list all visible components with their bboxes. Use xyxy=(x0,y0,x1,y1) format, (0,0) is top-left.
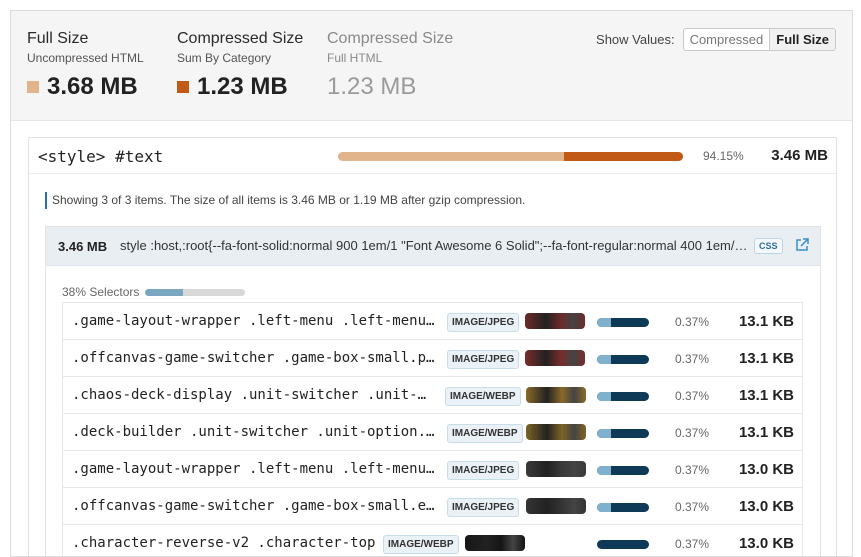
items-info-note: Showing 3 of 3 items. The size of all it… xyxy=(45,192,525,209)
selectors-label: 38% Selectors xyxy=(62,285,140,299)
row-size-bar xyxy=(597,540,649,549)
row-percent: 0.37% xyxy=(675,537,710,551)
selector-text: .game-layout-wrapper .left-menu .left-me… xyxy=(72,313,437,329)
selector-row[interactable]: .offcanvas-game-switcher .game-box-small… xyxy=(63,340,802,377)
show-full-size-option[interactable]: Full Size xyxy=(769,29,835,50)
mime-type-badge: IMAGE/JPEG xyxy=(447,461,520,480)
show-compressed-option[interactable]: Compressed xyxy=(684,29,770,50)
mime-type-badge: IMAGE/JPEG xyxy=(447,350,520,369)
row-size: 13.1 KB xyxy=(738,424,794,441)
row-percent: 0.37% xyxy=(675,426,710,440)
row-size-bar-fill xyxy=(597,318,611,327)
group-size-bar xyxy=(338,152,683,161)
metric-value: 3.68 MB xyxy=(47,73,138,100)
selector-row[interactable]: .deck-builder .unit-switcher .unit-optio… xyxy=(63,414,802,451)
metric-title: Full Size xyxy=(27,30,89,47)
results-panel: <style> #text 94.15% 3.46 MB Showing 3 o… xyxy=(10,120,853,557)
row-size-bar xyxy=(597,429,649,438)
external-link-icon[interactable] xyxy=(794,237,810,253)
selector-text: .character-reverse-v2 .character-top xyxy=(72,535,376,551)
row-percent: 0.37% xyxy=(675,352,710,366)
selector-text: .chaos-deck-display .unit-switcher .unit… xyxy=(72,387,434,403)
image-thumbnail xyxy=(526,387,586,403)
selector-row[interactable]: .chaos-deck-display .unit-switcher .unit… xyxy=(63,377,802,414)
row-percent: 0.37% xyxy=(675,463,710,477)
selector-text: .offcanvas-game-switcher .game-box-small… xyxy=(72,498,437,514)
compressed-full-metric: Compressed Size Full HTML 1.23 MB xyxy=(327,29,453,102)
show-values-control: Show Values: Compressed Full Size xyxy=(596,28,836,51)
image-thumbnail xyxy=(525,350,585,366)
file-entry: 3.46 MB style :host,:root{--fa-font-soli… xyxy=(45,226,821,557)
selector-text: .offcanvas-game-switcher .game-box-small… xyxy=(72,350,437,366)
row-size-bar xyxy=(597,466,649,475)
row-size-bar xyxy=(597,392,649,401)
group-compressed-fill xyxy=(563,152,683,161)
file-header[interactable]: 3.46 MB style :host,:root{--fa-font-soli… xyxy=(46,227,820,266)
row-size-bar-fill xyxy=(597,466,611,475)
show-values-toggle: Compressed Full Size xyxy=(682,28,836,51)
row-size: 13.1 KB xyxy=(738,313,794,330)
image-thumbnail xyxy=(525,313,585,329)
row-percent: 0.37% xyxy=(675,389,710,403)
group-percent: 94.15% xyxy=(703,149,744,163)
metric-subtitle: Full HTML xyxy=(327,51,383,65)
image-thumbnail xyxy=(465,535,525,551)
file-description: style :host,:root{--fa-font-solid:normal… xyxy=(120,238,752,253)
full-size-metric: Full Size Uncompressed HTML 3.68 MB xyxy=(27,29,144,102)
group-name: <style> #text xyxy=(38,147,164,166)
row-percent: 0.37% xyxy=(675,500,710,514)
row-size-bar xyxy=(597,355,649,364)
selector-row[interactable]: .game-layout-wrapper .left-menu .left-me… xyxy=(63,303,802,340)
image-thumbnail xyxy=(526,498,586,514)
mime-type-badge: IMAGE/WEBP xyxy=(383,535,459,554)
metric-title: Compressed Size xyxy=(327,30,454,47)
metric-value-row: 3.68 MB xyxy=(27,72,144,102)
compressed-size-swatch xyxy=(177,81,189,93)
row-size-bar xyxy=(597,318,649,327)
show-values-label: Show Values: xyxy=(596,32,675,47)
row-size-bar xyxy=(597,503,649,512)
mime-type-badge: IMAGE/JPEG xyxy=(447,313,520,332)
image-thumbnail xyxy=(526,424,586,440)
metric-value: 1.23 MB xyxy=(327,73,417,100)
row-size-bar-fill xyxy=(597,355,611,364)
row-size: 13.0 KB xyxy=(738,461,794,478)
group-size: 3.46 MB xyxy=(771,147,828,164)
selector-list: .game-layout-wrapper .left-menu .left-me… xyxy=(62,302,803,557)
row-size: 13.1 KB xyxy=(738,350,794,367)
compressed-category-metric: Compressed Size Sum By Category 1.23 MB xyxy=(177,29,303,102)
selector-row[interactable]: .game-layout-wrapper .left-menu .left-me… xyxy=(63,451,802,488)
selectors-bar xyxy=(145,288,246,296)
row-size-bar-fill xyxy=(597,429,611,438)
metric-subtitle: Uncompressed HTML xyxy=(27,51,144,65)
group-header[interactable]: <style> #text 94.15% 3.46 MB xyxy=(29,138,836,174)
metric-value-row: 1.23 MB xyxy=(327,72,453,102)
size-summary: Full Size Uncompressed HTML 3.68 MB Comp… xyxy=(10,10,853,120)
metric-value-row: 1.23 MB xyxy=(177,72,303,102)
selector-row[interactable]: .offcanvas-game-switcher .game-box-small… xyxy=(63,488,802,525)
image-thumbnail xyxy=(526,461,586,477)
style-text-group: <style> #text 94.15% 3.46 MB Showing 3 o… xyxy=(28,137,837,557)
mime-type-badge: IMAGE/WEBP xyxy=(445,387,521,406)
row-percent: 0.37% xyxy=(675,315,710,329)
selectors-summary: 38% Selectors xyxy=(62,285,246,299)
css-type-badge: CSS xyxy=(754,238,783,254)
row-size: 13.0 KB xyxy=(738,498,794,515)
selector-row[interactable]: .character-reverse-v2 .character-top IMAG… xyxy=(63,525,802,557)
selector-text: .game-layout-wrapper .left-menu .left-me… xyxy=(72,461,437,477)
mime-type-badge: IMAGE/WEBP xyxy=(447,424,523,443)
row-size: 13.0 KB xyxy=(738,535,794,552)
file-size: 3.46 MB xyxy=(58,239,108,254)
full-size-swatch xyxy=(27,81,39,93)
row-size-bar-fill xyxy=(597,503,611,512)
row-size-bar-fill xyxy=(597,392,611,401)
metric-value: 1.23 MB xyxy=(197,73,288,100)
mime-type-badge: IMAGE/JPEG xyxy=(447,498,520,517)
row-size: 13.1 KB xyxy=(738,387,794,404)
metric-title: Compressed Size xyxy=(177,30,304,47)
metric-subtitle: Sum By Category xyxy=(177,51,272,65)
selector-text: .deck-builder .unit-switcher .unit-optio… xyxy=(72,424,437,440)
selectors-bar-fill xyxy=(145,288,184,296)
